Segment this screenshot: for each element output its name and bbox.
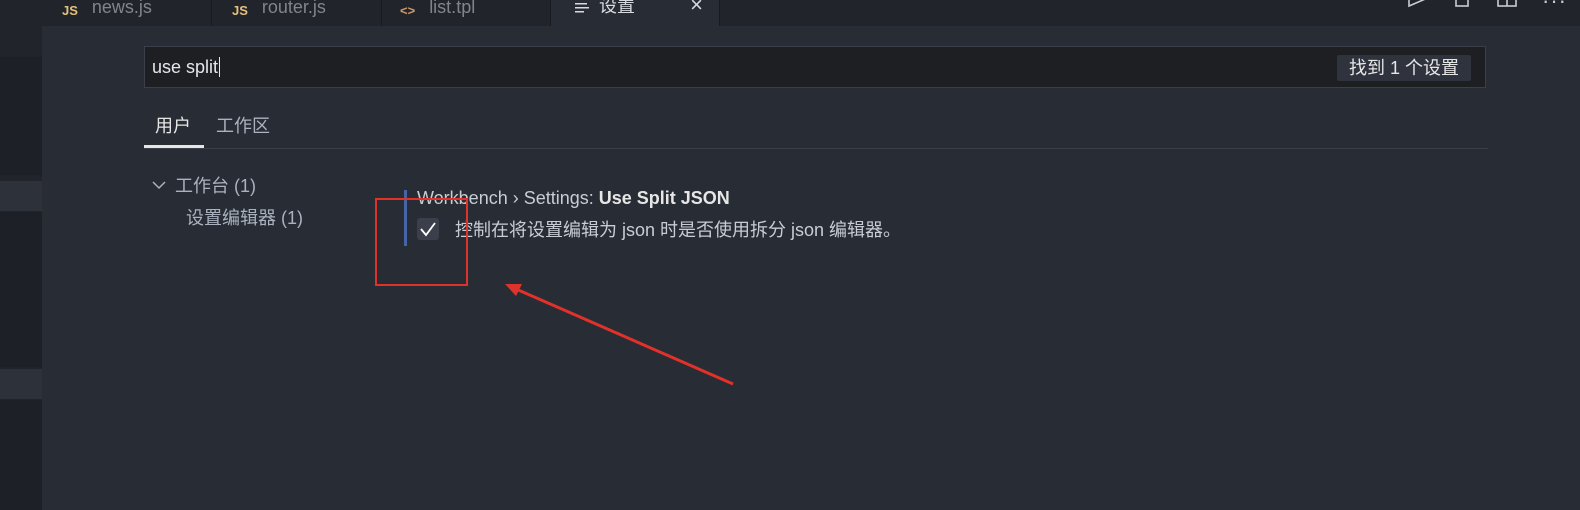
tab-label: 设置 <box>599 0 635 16</box>
tab-user[interactable]: 用户 <box>155 112 191 138</box>
setting-description: 控制在将设置编辑为 json 时是否使用拆分 json 编辑器。 <box>455 220 902 240</box>
js-file-icon: JS <box>62 3 78 18</box>
run-icon[interactable] <box>1405 0 1427 12</box>
search-result-count: 找到 1 个设置 <box>1336 55 1471 81</box>
sidebar-panel-block <box>0 212 42 367</box>
js-file-icon: JS <box>232 3 248 18</box>
sidebar-panel-block <box>0 57 42 175</box>
tab-label: list.tpl <box>429 0 476 17</box>
settings-search-input[interactable]: use split 找到 1 个设置 <box>144 46 1486 88</box>
tab-label: news.js <box>91 0 152 17</box>
editor-tab-bar: JS news.js JS router.js <> list.tpl 设置 × <box>0 0 1580 26</box>
sidebar-panel-block <box>0 181 42 211</box>
split-editor-icon[interactable] <box>1497 0 1519 12</box>
toc-label: 工作台 (1) <box>175 176 256 196</box>
toc-item-settings-editor[interactable]: 设置编辑器 (1) <box>186 204 303 230</box>
tab-news-js[interactable]: JS news.js <box>40 0 212 26</box>
open-settings-json-icon[interactable] <box>1452 0 1472 12</box>
tab-label: router.js <box>261 0 326 17</box>
close-icon[interactable]: × <box>690 0 703 18</box>
setting-name: Use Split JSON <box>598 188 730 208</box>
sidebar-panel-block <box>0 369 42 399</box>
divider <box>144 148 1488 149</box>
settings-editor-window: JS news.js JS router.js <> list.tpl 设置 × <box>0 0 1580 510</box>
html-file-icon: <> <box>400 3 416 18</box>
settings-lines-icon <box>575 3 589 13</box>
chevron-down-icon <box>152 181 166 190</box>
tab-list-tpl[interactable]: <> list.tpl <box>382 0 551 26</box>
sidebar-panel-block <box>0 400 42 510</box>
annotation-highlight-box <box>375 198 468 286</box>
tab-settings[interactable]: 设置 × <box>551 0 720 26</box>
tab-workspace[interactable]: 工作区 <box>216 112 270 138</box>
tab-router-js[interactable]: JS router.js <box>212 0 382 26</box>
sidebar-strip <box>0 26 42 510</box>
search-query: use split <box>152 57 221 77</box>
more-actions-icon[interactable]: ··· <box>1542 0 1567 14</box>
toc-item-workbench[interactable]: 工作台 (1) <box>151 172 256 198</box>
